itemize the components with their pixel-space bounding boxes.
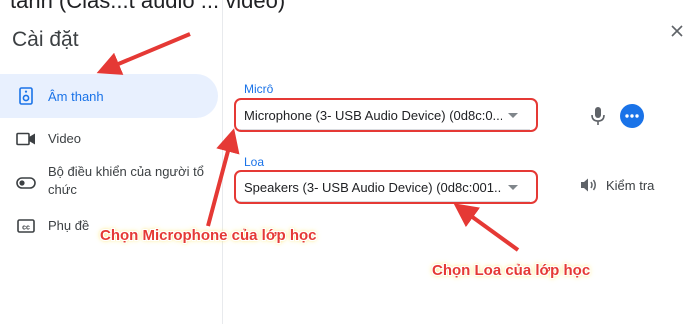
arrow-to-microphone xyxy=(206,128,240,227)
arrow-to-audio-tab xyxy=(96,32,191,75)
arrow-to-speaker xyxy=(453,203,520,252)
annotation-microphone: Chọn Microphone của lớp học xyxy=(100,227,317,244)
annotation-speaker: Chọn Loa của lớp học xyxy=(432,262,591,279)
